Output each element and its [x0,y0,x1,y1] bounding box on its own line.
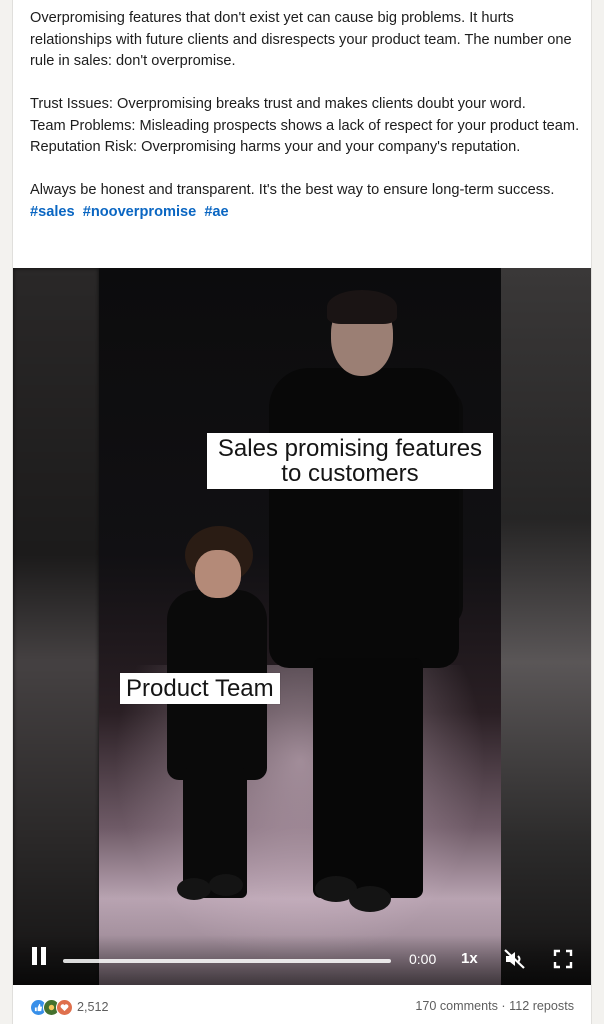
post-line-trust: Trust Issues: Overpromising breaks trust… [30,96,526,112]
post-paragraph-1: Overpromising features that don't exist … [30,10,572,69]
fullscreen-icon [553,949,573,969]
caption-product-team: Product Team [120,673,280,704]
mute-button[interactable] [503,947,527,971]
post-paragraph-3: Always be honest and transparent. It's t… [30,182,555,198]
reactions-summary[interactable]: 2,512 [30,998,109,1016]
post-text: Overpromising features that don't exist … [30,8,580,223]
playback-speed-button[interactable]: 1x [461,950,478,967]
post-line-team: Team Problems: Misleading prospects show… [30,117,580,134]
video-blur-left [13,268,99,985]
video-player[interactable]: Sales promising features to customers Pr… [13,268,591,985]
video-time: 0:00 [409,951,437,967]
reaction-count: 2,512 [77,1000,109,1014]
social-counts-bar: 2,512 170 comments · 112 reposts [13,985,591,1024]
video-blur-right [501,268,591,985]
hashtag-list: #sales #nooverpromise #ae [30,202,580,224]
muted-speaker-icon [504,949,525,969]
feed-post-card: Overpromising features that don't exist … [12,0,592,1024]
hashtag-ae-link[interactable]: #ae [204,204,228,220]
fullscreen-button[interactable] [553,949,573,969]
pause-button[interactable] [29,945,51,971]
caption-sales: Sales promising features to customers [207,433,493,489]
pause-icon [32,947,37,965]
love-icon [56,998,73,1016]
engagement-stats: 170 comments · 112 reposts [415,999,574,1013]
reposts-count-link[interactable]: 112 reposts [509,999,574,1013]
video-progress-bar[interactable] [63,959,391,963]
stats-separator: · [501,999,506,1013]
video-controls: 0:00 1x [13,935,591,985]
video-frame [99,268,501,985]
post-line-reputation: Reputation Risk: Overpromising harms you… [30,139,521,155]
man-figure [269,368,459,668]
hashtag-nooverpromise-link[interactable]: #nooverpromise [83,204,197,220]
comments-count-link[interactable]: 170 comments [415,999,498,1013]
hashtag-sales-link[interactable]: #sales [30,204,75,220]
